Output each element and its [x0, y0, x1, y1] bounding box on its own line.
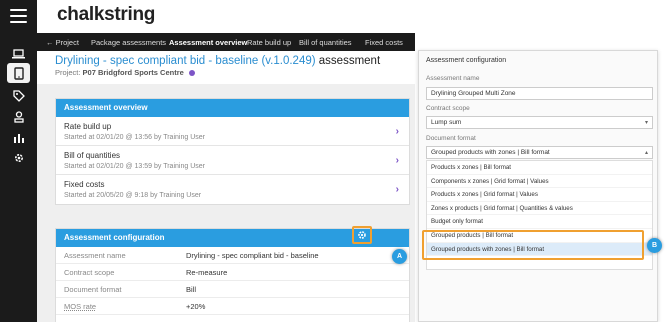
config-gear-button[interactable]: [352, 226, 372, 244]
config-key: Document format: [64, 285, 122, 294]
page-title: Drylining - spec compliant bid - baselin…: [55, 55, 380, 67]
nav-fixed-costs[interactable]: Fixed costs: [365, 38, 403, 47]
dropdown-option[interactable]: Budget only format: [427, 215, 652, 229]
nav-bill-of-quantities[interactable]: Bill of quantities: [299, 38, 352, 47]
dropdown-option[interactable]: Components x zones | Grid format | Value…: [427, 175, 652, 189]
config-row: Contract scope Re-measure: [56, 264, 409, 281]
dialog-title: Assessment configuration: [426, 57, 507, 64]
assessment-name-input[interactable]: Drylining Grouped Multi Zone: [426, 87, 653, 100]
menu-icon[interactable]: [10, 9, 27, 27]
assessment-overview-card: Assessment overview Rate build up Starte…: [55, 98, 410, 205]
overview-item-subtitle: Started at 02/01/20 @ 13:56 by Training …: [64, 134, 205, 141]
project-name: P07 Bridgford Sports Centre: [82, 68, 184, 77]
name-label: Assessment name: [426, 75, 480, 82]
config-key: MOS rate: [64, 302, 96, 311]
brand-logo: chalkstring: [57, 4, 156, 25]
callout-b: B: [647, 238, 662, 253]
highlight-box: [422, 230, 644, 260]
overview-item-title: Rate build up: [64, 122, 112, 131]
config-value: Bill: [186, 285, 197, 294]
chevron-right-icon[interactable]: ›: [396, 155, 399, 166]
overview-item-subtitle: Started at 20/05/20 @ 9:18 by Training U…: [64, 192, 202, 199]
nav-package-assessments[interactable]: Package assessments: [91, 38, 166, 47]
contract-scope-select[interactable]: Lump sum ▾: [426, 116, 653, 129]
side-rail: [0, 0, 37, 322]
overview-item-subtitle: Started at 02/01/20 @ 13:59 by Training …: [64, 163, 205, 170]
page-title-suffix: assessment: [318, 55, 381, 67]
format-value: Grouped products with zones | Bill forma…: [431, 149, 550, 156]
page-title-text: Drylining - spec compliant bid - baselin…: [55, 55, 316, 67]
chevron-right-icon[interactable]: ›: [396, 184, 399, 195]
overview-item-title: Fixed costs: [64, 180, 105, 189]
settings-gear-icon[interactable]: [7, 148, 30, 168]
dropdown-option[interactable]: Zones x products | Grid format | Quantit…: [427, 202, 652, 216]
nav-rate-build-up[interactable]: Rate build up: [247, 38, 291, 47]
config-row: MOS rate +20%: [56, 298, 409, 315]
config-row: Assessment name Drylining - spec complia…: [56, 247, 409, 264]
gear-icon: [358, 231, 366, 239]
tag-icon[interactable]: [7, 86, 30, 106]
chevron-up-icon: ▴: [644, 150, 648, 156]
nav-assessment-overview[interactable]: Assessment overview: [169, 38, 247, 47]
laptop-icon[interactable]: [7, 44, 30, 64]
person-icon: [188, 70, 195, 77]
document-format-select[interactable]: Grouped products with zones | Bill forma…: [426, 146, 653, 159]
scope-label: Contract scope: [426, 105, 470, 112]
project-line: Project: P07 Bridgford Sports Centre: [55, 68, 195, 77]
top-nav: ← Project Package assessments Assessment…: [37, 33, 415, 51]
main-panel: chalkstring ← Project Package assessment…: [37, 0, 415, 322]
config-key-text: MOS rate: [64, 302, 97, 311]
dropdown-option[interactable]: Products x zones | Bill format: [427, 161, 652, 175]
config-dialog: Assessment configuration Assessment name…: [418, 50, 658, 322]
dropdown-option[interactable]: Products x zones | Grid format | Values: [427, 188, 652, 202]
config-key: Contract scope: [64, 268, 115, 277]
config-value: Drylining - spec compliant bid - baselin…: [186, 251, 319, 260]
config-key: Assessment name: [64, 251, 126, 260]
tablet-icon[interactable]: [7, 63, 30, 83]
chevron-down-icon: ▾: [644, 120, 648, 126]
bar-chart-icon[interactable]: [7, 127, 30, 147]
format-label: Document format: [426, 135, 476, 142]
user-badge-icon[interactable]: [7, 107, 30, 127]
config-row: Document format Bill: [56, 281, 409, 298]
overview-item-title: Bill of quantities: [64, 151, 121, 160]
scope-value: Lump sum: [431, 119, 462, 126]
overview-item-fixed-costs[interactable]: Fixed costs Started at 20/05/20 @ 9:18 b…: [56, 175, 409, 204]
overview-heading: Assessment overview: [56, 99, 409, 117]
config-value: +20%: [186, 302, 206, 311]
nav-back-project[interactable]: ← Project: [46, 38, 79, 47]
callout-a: A: [392, 249, 407, 264]
overview-item-bill-of-quantities[interactable]: Bill of quantities Started at 02/01/20 @…: [56, 146, 409, 175]
overview-item-rate-build-up[interactable]: Rate build up Started at 02/01/20 @ 13:5…: [56, 117, 409, 146]
config-value: Re-measure: [186, 268, 228, 277]
project-label: Project:: [55, 68, 81, 77]
chevron-right-icon[interactable]: ›: [396, 126, 399, 137]
